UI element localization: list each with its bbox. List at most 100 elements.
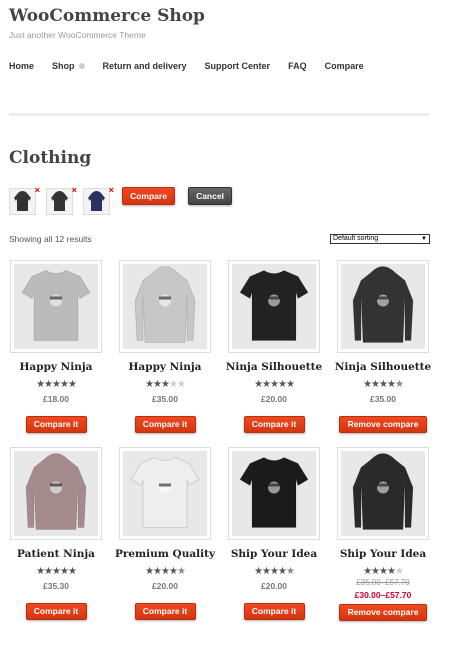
compare-item-thumbnail[interactable]: × xyxy=(9,185,40,215)
product-image[interactable] xyxy=(10,447,102,540)
product-image-frame xyxy=(123,264,207,349)
product-price: £20.00 xyxy=(261,581,287,591)
star-rating: ★★★★★ xyxy=(119,566,211,577)
star-icon: ★ xyxy=(371,566,380,577)
nav-item-label: Return and delivery xyxy=(102,61,187,71)
star-icon: ★ xyxy=(153,566,162,577)
product-image-frame xyxy=(14,264,98,349)
star-rating: ★★★★★ xyxy=(228,379,320,390)
star-icon: ★ xyxy=(153,379,162,390)
product-image-frame xyxy=(232,264,316,349)
star-icon: ★ xyxy=(168,379,178,390)
site-title[interactable]: WooCommerce Shop xyxy=(9,6,205,26)
remove-compare-button[interactable]: Remove compare xyxy=(339,604,427,621)
compare-item-thumbnail[interactable]: × xyxy=(46,185,77,215)
chevron-down-icon: ▼ xyxy=(421,236,427,242)
product-name[interactable]: Ship Your Idea xyxy=(220,548,328,560)
nav-item-shop[interactable]: Shop xyxy=(52,61,85,71)
product-name[interactable]: Happy Ninja xyxy=(111,361,219,373)
product-name[interactable]: Premium Quality xyxy=(111,548,219,560)
compare-it-button[interactable]: Compare it xyxy=(243,603,305,620)
star-icon: ★ xyxy=(176,379,186,390)
compare-button[interactable]: Compare xyxy=(122,187,175,205)
compare-it-button[interactable]: Compare it xyxy=(25,603,87,620)
remove-compare-item-icon[interactable]: × xyxy=(35,185,40,195)
compare-item-thumbnail[interactable]: × xyxy=(83,185,114,215)
main-nav: Home Shop Return and delivery Support Ce… xyxy=(9,61,382,71)
product-image-frame xyxy=(341,451,425,536)
product-price: £18.00 xyxy=(43,394,69,404)
product-image[interactable] xyxy=(228,260,320,353)
product-name[interactable]: Patient Ninja xyxy=(2,548,110,560)
star-icon: ★ xyxy=(386,379,396,390)
nav-item-home[interactable]: Home xyxy=(9,61,34,71)
product-image[interactable] xyxy=(119,260,211,353)
product-price: £35.30 xyxy=(43,581,69,591)
hoodie-icon xyxy=(352,453,414,530)
star-icon: ★ xyxy=(379,566,388,577)
star-icon: ★ xyxy=(36,566,45,577)
nav-item-label: Home xyxy=(9,61,35,71)
remove-compare-button[interactable]: Remove compare xyxy=(339,416,427,433)
nav-item-compare[interactable]: Compare xyxy=(325,61,364,71)
compare-it-button[interactable]: Compare it xyxy=(25,416,87,433)
product-name[interactable]: Ninja Silhouette xyxy=(329,361,437,373)
nav-item-label: Shop xyxy=(52,61,75,71)
star-icon: ★ xyxy=(254,379,263,390)
star-icon: ★ xyxy=(168,566,178,577)
header-divider xyxy=(9,113,429,116)
remove-compare-item-icon[interactable]: × xyxy=(72,185,77,195)
star-icon: ★ xyxy=(371,379,380,390)
product-image[interactable] xyxy=(10,260,102,353)
remove-compare-item-icon[interactable]: × xyxy=(109,185,114,195)
site-tagline: Just another WooCommerce Theme xyxy=(9,30,146,40)
product-name[interactable]: Happy Ninja xyxy=(2,361,110,373)
product-image[interactable] xyxy=(337,447,429,540)
product-name[interactable]: Ship Your Idea xyxy=(329,548,437,560)
star-icon: ★ xyxy=(161,566,170,577)
cancel-button[interactable]: Cancel xyxy=(188,187,232,205)
star-icon: ★ xyxy=(59,566,69,577)
compare-it-button[interactable]: Compare it xyxy=(134,603,196,620)
product-price: £35.00 xyxy=(152,394,178,404)
product-price: £20.00 xyxy=(152,581,178,591)
sort-selected-value: Default sorting xyxy=(333,235,379,242)
hoodie-icon xyxy=(25,453,87,530)
star-icon: ★ xyxy=(52,379,61,390)
star-icon: ★ xyxy=(285,566,295,577)
nav-item-return-and-delivery[interactable]: Return and delivery xyxy=(103,61,187,71)
product-image[interactable] xyxy=(119,447,211,540)
hoodie-icon xyxy=(88,191,105,211)
star-icon: ★ xyxy=(44,566,53,577)
star-rating: ★★★★★ xyxy=(337,566,429,577)
hoodie-icon xyxy=(51,191,68,211)
star-icon: ★ xyxy=(277,379,287,390)
star-icon: ★ xyxy=(386,566,396,577)
tshirt-icon xyxy=(130,457,200,528)
star-icon: ★ xyxy=(277,566,287,577)
product-price: £35.00 xyxy=(370,394,396,404)
star-icon: ★ xyxy=(270,379,279,390)
nav-item-label: Compare xyxy=(324,61,364,71)
product-image[interactable] xyxy=(337,260,429,353)
star-icon: ★ xyxy=(262,379,271,390)
compare-it-button[interactable]: Compare it xyxy=(243,416,305,433)
product-image[interactable] xyxy=(228,447,320,540)
hoodie-icon xyxy=(14,191,31,211)
star-icon: ★ xyxy=(52,566,61,577)
star-rating: ★★★★★ xyxy=(119,379,211,390)
nav-item-label: Support Center xyxy=(204,61,271,71)
compare-it-button[interactable]: Compare it xyxy=(134,416,196,433)
product-name[interactable]: Ninja Silhouette xyxy=(220,361,328,373)
star-rating: ★★★★★ xyxy=(337,379,429,390)
product-image-frame xyxy=(232,451,316,536)
star-rating: ★★★★★ xyxy=(228,566,320,577)
nav-item-faq[interactable]: FAQ xyxy=(288,61,307,71)
tshirt-icon xyxy=(21,270,91,341)
nav-item-support-center[interactable]: Support Center xyxy=(205,61,271,71)
results-count: Showing all 12 results xyxy=(9,234,92,244)
tshirt-icon xyxy=(239,457,309,528)
star-icon: ★ xyxy=(254,566,263,577)
sort-select[interactable]: Default sorting ▼ xyxy=(330,234,430,244)
product-image-frame xyxy=(123,451,207,536)
